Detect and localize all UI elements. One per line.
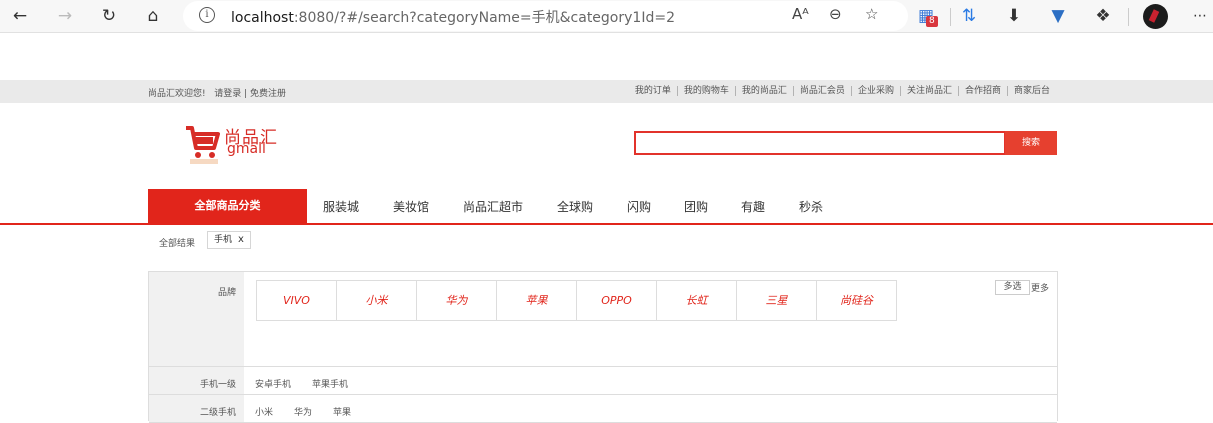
profile-avatar[interactable] <box>1143 4 1168 29</box>
logo-text-en: gmall <box>227 141 266 157</box>
brand-item[interactable]: 三星 <box>736 280 817 321</box>
login-link[interactable]: 请登录 <box>214 89 241 99</box>
search-button[interactable]: 搜索 <box>1005 131 1057 155</box>
shortcut-link-orders[interactable]: 我的订单 <box>629 86 677 96</box>
extensions-icon[interactable]: ❖ <box>1091 4 1115 28</box>
shortcut-link-merchant[interactable]: 商家后台 <box>1006 86 1050 96</box>
login-divider: | <box>244 89 248 99</box>
search-input[interactable] <box>634 131 1006 155</box>
nav-item-seckill[interactable]: 秒杀 <box>799 198 823 215</box>
more-button[interactable]: 更多 <box>1031 281 1049 294</box>
attr-value[interactable]: 苹果手机 <box>312 377 348 390</box>
attr-value[interactable]: 华为 <box>294 405 312 418</box>
back-icon[interactable]: ← <box>8 4 32 28</box>
shortcut-bar: 尚品汇欢迎您! 请登录 | 免费注册 我的订单 我的购物车 我的尚品汇 尚品汇会… <box>0 80 1213 103</box>
address-bar[interactable]: i localhost:8080/?#/search?categoryName=… <box>183 1 908 31</box>
vue-devtools-icon[interactable]: ▼ <box>1046 4 1070 28</box>
shortcut-link-cart[interactable]: 我的购物车 <box>676 86 735 96</box>
toolbar-divider <box>1128 8 1129 26</box>
more-icon[interactable]: ⋯ <box>1188 4 1212 28</box>
attr-filter-row: 二级手机 小米 华为 苹果 <box>149 395 1057 423</box>
multi-select-button[interactable]: 多选 <box>995 280 1030 295</box>
nav-item-supermarket[interactable]: 尚品汇超市 <box>463 198 523 215</box>
filter-panel: 品牌 VIVO 小米 华为 苹果 OPPO 长虹 三星 尚硅谷 多选 更多 手机… <box>148 271 1058 423</box>
brand-item[interactable]: 尚硅谷 <box>816 280 897 321</box>
site-logo[interactable]: 尚品汇 gmall <box>184 122 284 166</box>
shortcut-link-partner[interactable]: 合作招商 <box>957 86 1007 96</box>
shopping-cart-icon <box>186 126 220 164</box>
url-host: localhost <box>231 10 294 26</box>
zoom-out-icon[interactable]: ⊖ <box>829 5 842 23</box>
shortcut-link-follow[interactable]: 关注尚品汇 <box>899 86 958 96</box>
brand-list: VIVO 小米 华为 苹果 OPPO 长虹 三星 尚硅谷 <box>256 280 897 321</box>
nav-item-fun[interactable]: 有趣 <box>741 198 765 215</box>
shortcut-link-my-gmall[interactable]: 我的尚品汇 <box>734 86 793 96</box>
toolbar-divider <box>950 8 951 26</box>
register-link[interactable]: 免费注册 <box>250 89 286 99</box>
nav-item-flash[interactable]: 闪购 <box>627 198 651 215</box>
brand-item[interactable]: 华为 <box>416 280 497 321</box>
brand-item[interactable]: VIVO <box>256 280 337 321</box>
nav-item-clothing[interactable]: 服装城 <box>323 198 359 215</box>
nav-item-group[interactable]: 团购 <box>684 198 708 215</box>
forward-icon[interactable]: → <box>53 4 77 28</box>
attr-value[interactable]: 小米 <box>255 405 273 418</box>
nav-item-beauty[interactable]: 美妆馆 <box>393 198 429 215</box>
sync-icon[interactable]: ⇅ <box>957 4 981 28</box>
refresh-icon[interactable]: ↻ <box>97 4 121 28</box>
brand-item[interactable]: OPPO <box>576 280 657 321</box>
brand-label: 品牌 <box>149 272 244 366</box>
shortcut-link-enterprise[interactable]: 企业采购 <box>850 86 900 96</box>
attr-filter-row: 手机一级 安卓手机 苹果手机 <box>149 367 1057 395</box>
read-aloud-icon[interactable]: Aᴬ <box>792 5 809 23</box>
attr-values: 安卓手机 苹果手机 <box>255 377 369 390</box>
browser-toolbar: ← → ↻ ⌂ i localhost:8080/?#/search?categ… <box>0 0 1213 33</box>
nav-divider <box>0 223 1213 225</box>
home-icon[interactable]: ⌂ <box>141 4 165 28</box>
breadcrumb-tag-label: 手机 <box>214 235 233 245</box>
address-url[interactable]: localhost:8080/?#/search?categoryName=手机… <box>231 7 675 27</box>
attr-values: 小米 华为 苹果 <box>255 405 372 418</box>
extension-badge: 8 <box>926 16 938 27</box>
attr-label: 二级手机 <box>149 395 244 422</box>
welcome-text: 尚品汇欢迎您! <box>148 89 206 99</box>
brand-item[interactable]: 苹果 <box>496 280 577 321</box>
breadcrumb-tag: 手机 x <box>207 231 251 249</box>
breadcrumb-all-results[interactable]: 全部结果 <box>159 236 195 249</box>
shortcut-links: 我的订单 我的购物车 我的尚品汇 尚品汇会员 企业采购 关注尚品汇 合作招商 商… <box>629 86 1050 96</box>
brand-filter-row: 品牌 VIVO 小米 华为 苹果 OPPO 长虹 三星 尚硅谷 多选 更多 <box>149 272 1057 367</box>
welcome-area: 尚品汇欢迎您! 请登录 | 免费注册 <box>148 86 286 99</box>
nav-item-global[interactable]: 全球购 <box>557 198 593 215</box>
url-path: :8080/?#/search?categoryName=手机&category… <box>293 10 675 26</box>
shortcut-link-member[interactable]: 尚品汇会员 <box>792 86 851 96</box>
brand-item[interactable]: 长虹 <box>656 280 737 321</box>
download-icon[interactable]: ⬇ <box>1002 4 1026 28</box>
add-favorite-icon[interactable]: ☆ <box>865 5 878 23</box>
attr-value[interactable]: 安卓手机 <box>255 377 291 390</box>
remove-tag-icon[interactable]: x <box>238 234 244 245</box>
brand-item[interactable]: 小米 <box>336 280 417 321</box>
site-info-icon[interactable]: i <box>199 7 215 23</box>
all-categories-button[interactable]: 全部商品分类 <box>148 189 307 223</box>
attr-value[interactable]: 苹果 <box>333 405 351 418</box>
attr-label: 手机一级 <box>149 367 244 394</box>
